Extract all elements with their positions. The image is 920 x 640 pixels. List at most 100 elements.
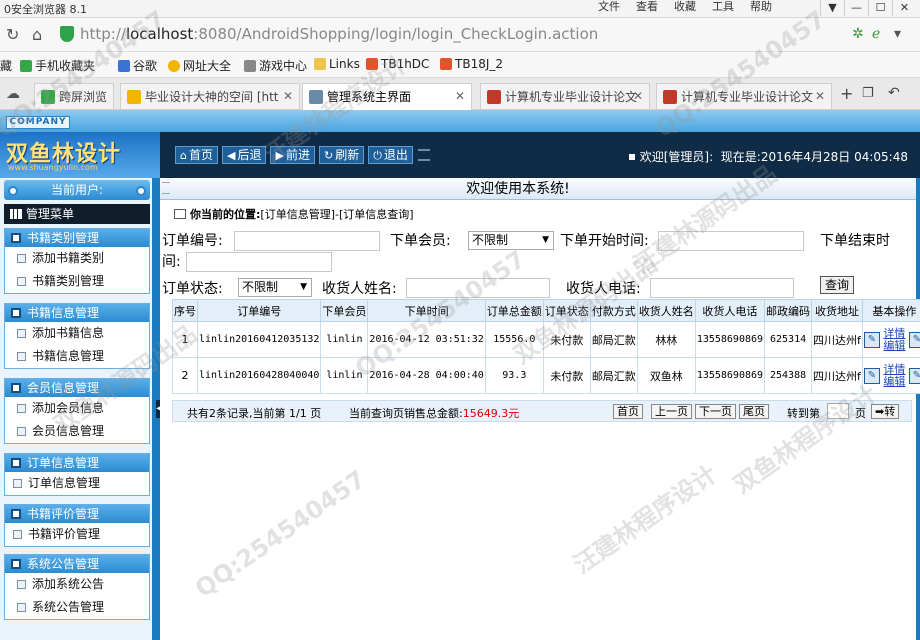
favorite-item[interactable]: 谷歌 xyxy=(118,57,157,74)
forward-button[interactable]: ▶ 前进 xyxy=(270,146,315,164)
prev-page-button[interactable]: 上一页 xyxy=(651,404,692,419)
google-icon xyxy=(118,60,130,72)
sidebar-item-notice-manage[interactable]: 系统公告管理 xyxy=(5,596,149,619)
sidebar-item-book-category-manage[interactable]: 书籍类别管理 xyxy=(5,270,149,293)
back-button[interactable]: ◀ 后退 xyxy=(222,146,267,164)
menu-tools[interactable]: 工具 xyxy=(704,0,742,14)
menu-help[interactable]: 帮助 xyxy=(742,0,780,14)
folder-icon xyxy=(11,509,21,519)
pagination-bar: 共有2条记录,当前第 1/1 页 当前查询页销售总金额:15649.3元 首页 … xyxy=(172,400,912,422)
menu-group-header[interactable]: 会员信息管理 xyxy=(5,379,149,397)
edit-icon[interactable]: ✎ xyxy=(908,331,920,348)
next-page-button[interactable]: 下一页 xyxy=(695,404,736,419)
col-header: 订单状态 xyxy=(542,299,591,322)
close-tab-icon[interactable]: ✕ xyxy=(633,89,643,103)
menu-group-header[interactable]: 书籍类别管理 xyxy=(5,229,149,247)
close-window-button[interactable]: ✕ xyxy=(892,0,916,16)
power-icon: ⏻ xyxy=(373,149,382,162)
query-button[interactable]: 查询 xyxy=(820,276,854,294)
ie-mode-icon[interactable]: ℯ xyxy=(872,26,880,42)
favorites-prefix: 藏 xyxy=(0,59,13,73)
new-tab-icon[interactable]: + xyxy=(840,84,853,103)
menu-group-header[interactable]: 书籍评价管理 xyxy=(5,505,149,523)
status-label: 订单状态: xyxy=(162,281,223,297)
order-no-input[interactable] xyxy=(234,231,380,251)
welcome-banner: 欢迎使用本系统! xyxy=(160,178,916,200)
edit-link[interactable]: 编辑 xyxy=(883,375,905,388)
menu-group-notice: 系统公告管理 添加系统公告 系统公告管理 xyxy=(4,554,150,620)
menu-group-review: 书籍评价管理 书籍评价管理 xyxy=(4,504,150,547)
cloud-icon[interactable]: ☁ xyxy=(6,86,20,102)
minimize-button[interactable]: — xyxy=(844,0,868,16)
edit-link[interactable]: 编辑 xyxy=(883,339,905,352)
refresh-icon: ↻ xyxy=(323,149,334,162)
menu-view[interactable]: 查看 xyxy=(628,0,666,14)
sidebar-item-add-book[interactable]: 添加书籍信息 xyxy=(5,322,149,345)
goto-page-input[interactable] xyxy=(827,403,849,419)
refresh-button[interactable]: ↻ 刷新 xyxy=(318,146,365,164)
sidebar-item-review-manage[interactable]: 书籍评价管理 xyxy=(5,523,149,546)
sidebar-item-add-book-category[interactable]: 添加书籍类别 xyxy=(5,247,149,270)
url-input[interactable]: http://localhost:8080/AndroidShopping/lo… xyxy=(80,25,598,43)
favorite-item[interactable]: 网址大全 xyxy=(168,57,231,74)
member-select[interactable]: 不限制 ▼ xyxy=(468,231,554,250)
sidebar-item-order-manage[interactable]: 订单信息管理 xyxy=(5,472,149,495)
status-select[interactable]: 不限制 ▼ xyxy=(238,278,312,297)
cell-order-time: 2016-04-12 03:51:32 xyxy=(367,321,486,358)
tab-admin-main[interactable]: 管理系统主界面 ✕ xyxy=(302,83,472,110)
edit-icon[interactable]: ✎ xyxy=(863,331,880,348)
header-nav: ⌂ 首页 ◀ 后退 ▶ 前进 ↻ 刷新 ⏻ 退出 xyxy=(175,146,413,164)
tab-thesis-2[interactable]: 计算机专业毕业设计论文 ✕ xyxy=(656,83,832,109)
tab-blog[interactable]: 毕业设计大神的空间 [htt ✕ xyxy=(120,83,300,109)
tools-dropdown-icon[interactable]: ▾ xyxy=(894,26,901,42)
menu-file[interactable]: 文件 xyxy=(590,0,628,14)
chevron-down-icon: ▼ xyxy=(300,282,307,292)
last-page-button[interactable]: 尾页 xyxy=(739,404,769,419)
close-tab-icon[interactable]: ✕ xyxy=(815,89,825,103)
goto-label: 转到第 xyxy=(787,407,820,420)
close-tab-icon[interactable]: ✕ xyxy=(455,89,465,103)
edit-icon[interactable]: ✎ xyxy=(863,367,880,384)
record-count: 共有2条记录,当前第 1/1 页 xyxy=(187,407,322,420)
logout-button[interactable]: ⏻ 退出 xyxy=(368,146,413,164)
go-button[interactable]: ➡转 xyxy=(871,404,900,419)
menu-favorites[interactable]: 收藏 xyxy=(666,0,704,14)
favorite-item[interactable]: Links xyxy=(314,57,360,71)
sidebar-item-add-member[interactable]: 添加会员信息 xyxy=(5,397,149,420)
detail-edit-links: 详情 编辑 xyxy=(883,363,905,388)
phone-input[interactable] xyxy=(650,278,794,298)
tab-list-icon[interactable]: ❐ xyxy=(862,86,874,101)
first-page-button[interactable]: 首页 xyxy=(613,404,643,419)
page-unit-label: 页 xyxy=(855,407,866,420)
cell-address: 四川达州f xyxy=(811,321,863,358)
cell-postcode: 625314 xyxy=(764,321,813,358)
tab-cross-screen[interactable]: 跨屏浏览 xyxy=(34,83,114,109)
receiver-input[interactable] xyxy=(406,278,550,298)
detail-edit-links: 详情 编辑 xyxy=(883,327,905,352)
window-menu-button[interactable]: ▼ xyxy=(820,0,844,16)
current-user-label: 当前用户: xyxy=(4,180,150,200)
close-tab-icon[interactable]: ✕ xyxy=(283,89,293,103)
cell-receiver: 林林 xyxy=(636,321,696,358)
extension-icon[interactable]: ✲ xyxy=(852,26,864,42)
favorite-item[interactable]: TB1hDC xyxy=(366,57,429,71)
favorite-item[interactable]: TB18J_2 xyxy=(440,57,503,71)
undo-close-icon[interactable]: ↶ xyxy=(888,85,900,101)
menu-group-header[interactable]: 系统公告管理 xyxy=(5,555,149,573)
favorite-item[interactable]: 手机收藏夹 xyxy=(20,57,95,74)
menu-group-header[interactable]: 书籍信息管理 xyxy=(5,304,149,322)
sidebar-item-member-manage[interactable]: 会员信息管理 xyxy=(5,420,149,443)
tab-thesis-1[interactable]: 计算机专业毕业设计论文 ✕ xyxy=(480,83,650,109)
sidebar-item-book-manage[interactable]: 书籍信息管理 xyxy=(5,345,149,368)
edit-icon[interactable]: ✎ xyxy=(908,367,920,384)
reload-icon[interactable]: ↻ xyxy=(6,25,19,44)
home-icon[interactable]: ⌂ xyxy=(32,25,42,44)
maximize-button[interactable]: ☐ xyxy=(868,0,892,16)
start-time-input[interactable] xyxy=(658,231,804,251)
sidebar-item-add-notice[interactable]: 添加系统公告 xyxy=(5,573,149,596)
favorite-item[interactable]: 游戏中心 xyxy=(244,57,307,74)
home-button[interactable]: ⌂ 首页 xyxy=(175,146,218,164)
menu-group-header[interactable]: 订单信息管理 xyxy=(5,454,149,472)
end-time-input[interactable] xyxy=(186,252,332,272)
security-shield-icon[interactable] xyxy=(60,26,74,42)
